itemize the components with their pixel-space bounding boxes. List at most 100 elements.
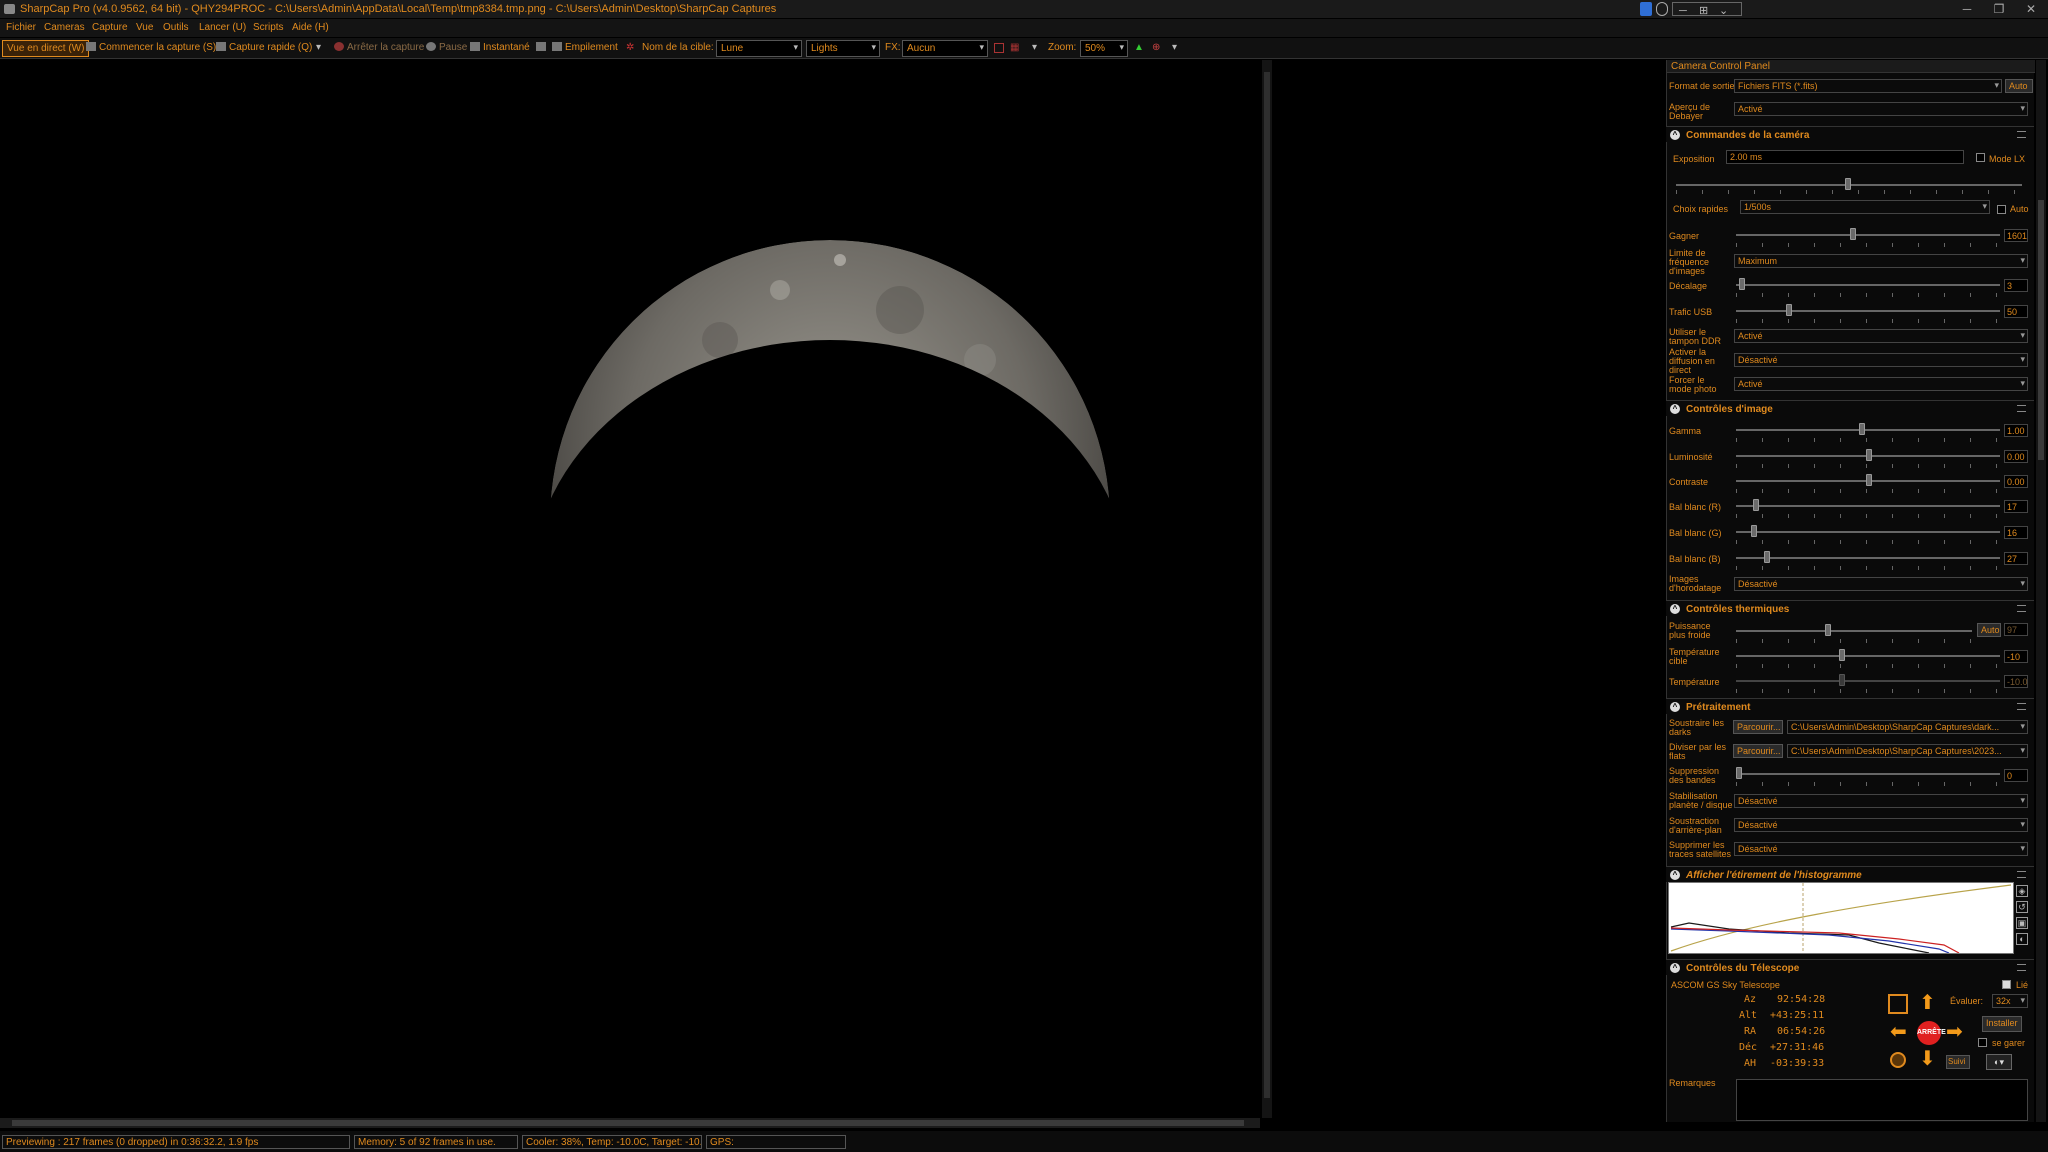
wb-green-slider-track[interactable]	[1736, 531, 2000, 533]
tracking-button[interactable]: Suivi	[1946, 1055, 1970, 1069]
wb-red-slider-knob[interactable]	[1753, 499, 1759, 511]
live-stream-select[interactable]: Désactivé	[1734, 353, 2028, 367]
park-position-icon[interactable]	[1890, 1052, 1906, 1068]
darks-browse-button[interactable]: Parcourir...	[1733, 720, 1783, 734]
offset-value[interactable]: 3	[2004, 279, 2028, 292]
panel-scrollbar[interactable]	[2036, 60, 2046, 1122]
fps-limit-select[interactable]: Maximum	[1734, 254, 2028, 268]
quick-choice-select[interactable]: 1/500s	[1740, 200, 1990, 214]
quick-capture-button[interactable]: Capture rapide (Q)	[216, 42, 312, 55]
menu-file[interactable]: Fichier	[6, 22, 36, 33]
menu-tools[interactable]: Outils	[163, 22, 189, 33]
banding-slider-knob[interactable]	[1736, 767, 1742, 779]
brightness-value[interactable]: 0.00	[2004, 450, 2028, 463]
panel-scroll-thumb[interactable]	[2038, 200, 2044, 460]
cooler-slider-track[interactable]	[1736, 630, 1972, 632]
usb-slider-knob[interactable]	[1786, 304, 1792, 316]
gain-value[interactable]: 1601	[2004, 229, 2028, 242]
focus-assist-icon[interactable]: ⊕	[1152, 42, 1160, 55]
histogram-reset-icon[interactable]: ↺	[2016, 901, 2028, 913]
cooler-auto-button[interactable]: Auto	[1977, 623, 2001, 637]
banding-slider-track[interactable]	[1736, 773, 2000, 775]
timestamp-select[interactable]: Désactivé	[1734, 577, 2028, 591]
reticle-icon[interactable]: ▦	[1010, 42, 1019, 55]
wb-green-slider-knob[interactable]	[1751, 525, 1757, 537]
contrast-slider-knob[interactable]	[1866, 474, 1872, 486]
close-button[interactable]: ✕	[2016, 0, 2046, 18]
horizontal-scroll-thumb[interactable]	[12, 1120, 1244, 1126]
wb-blue-slider-knob[interactable]	[1764, 551, 1770, 563]
menu-launch[interactable]: Lancer (U)	[199, 22, 246, 33]
live-view-button[interactable]: Vue en direct (W)	[2, 40, 90, 57]
target-select[interactable]: Lune	[716, 40, 802, 57]
overlay-dropdown[interactable]: ▾	[1032, 42, 1037, 55]
quick-capture-dropdown[interactable]: ▾	[316, 42, 321, 55]
usb-value[interactable]: 50	[2004, 305, 2028, 318]
gamma-slider-knob[interactable]	[1859, 423, 1865, 435]
section-thermal-controls[interactable]: ^ Contrôles thermiques	[1666, 600, 2034, 616]
section-histogram[interactable]: ^ Afficher l'étirement de l'histogramme	[1666, 866, 2034, 882]
offset-slider-knob[interactable]	[1739, 278, 1745, 290]
menu-scripts[interactable]: Scripts	[253, 22, 284, 33]
rate-select[interactable]: 32x	[1992, 994, 2028, 1008]
wb-blue-value[interactable]: 27	[2004, 552, 2028, 565]
image-viewer[interactable]	[0, 60, 1260, 1118]
select-roi-icon[interactable]	[994, 43, 1004, 53]
target-temp-slider-knob[interactable]	[1839, 649, 1845, 661]
snap-icon[interactable]	[1640, 2, 1652, 16]
move-south-icon[interactable]: ⬇	[1919, 1049, 1936, 1069]
collapse-icon[interactable]: ^	[1670, 404, 1680, 414]
menu-cameras[interactable]: Cameras	[44, 22, 85, 33]
stop-capture-button[interactable]: Arrêter la capture	[334, 42, 424, 55]
lx-mode-checkbox[interactable]	[1976, 153, 1985, 162]
linked-checkbox[interactable]	[2002, 980, 2011, 989]
banding-value[interactable]: 0	[2004, 769, 2028, 782]
wb-green-value[interactable]: 16	[2004, 526, 2028, 539]
photo-mode-select[interactable]: Activé	[1734, 377, 2028, 391]
menu-icon[interactable]	[2017, 131, 2026, 138]
stop-button[interactable]: ARRÊTE	[1917, 1021, 1946, 1045]
background-subtraction-select[interactable]: Désactivé	[1734, 818, 2028, 832]
move-east-icon[interactable]: ➡	[1946, 1022, 1963, 1042]
account-icon[interactable]	[1656, 2, 1668, 16]
gain-slider-knob[interactable]	[1850, 228, 1856, 240]
gamma-slider-track[interactable]	[1736, 429, 2000, 431]
vertical-scroll-thumb[interactable]	[1264, 72, 1270, 1098]
flats-path-select[interactable]: C:\Users\Admin\Desktop\SharpCap Captures…	[1787, 744, 2028, 758]
collapse-icon[interactable]: ^	[1670, 702, 1680, 712]
menu-icon[interactable]	[2017, 871, 2026, 878]
cooler-value[interactable]: 97	[2004, 623, 2028, 636]
move-north-icon[interactable]: ⬆	[1919, 993, 1936, 1013]
vertical-scrollbar[interactable]	[1262, 60, 1272, 1118]
flats-browse-button[interactable]: Parcourir...	[1733, 744, 1783, 758]
frame-type-select[interactable]: Lights	[806, 40, 880, 57]
stack-icon-button[interactable]	[536, 42, 549, 55]
wb-red-value[interactable]: 17	[2004, 500, 2028, 513]
target-temp-value[interactable]: -10	[2004, 650, 2028, 663]
output-auto-button[interactable]: Auto	[2005, 79, 2033, 93]
pinned-tools[interactable]: ─ ⊞ ⌄	[1672, 2, 1742, 17]
target-temp-slider-track[interactable]	[1736, 655, 2000, 657]
park-checkbox[interactable]	[1978, 1038, 1987, 1047]
menu-capture[interactable]: Capture	[92, 22, 128, 33]
brightness-slider-knob[interactable]	[1866, 449, 1872, 461]
darks-path-select[interactable]: C:\Users\Admin\Desktop\SharpCap Captures…	[1787, 720, 2028, 734]
section-telescope-controls[interactable]: ^ Contrôles du Télescope	[1666, 959, 2034, 975]
minimize-button[interactable]: ─	[1952, 0, 1982, 18]
histogram-display-icon[interactable]: ◐	[2016, 933, 2028, 945]
debayer-select[interactable]: Activé	[1734, 102, 2028, 116]
section-camera-controls[interactable]: ^ Commandes de la caméra	[1666, 126, 2034, 142]
install-button[interactable]: Installer	[1982, 1016, 2022, 1032]
pause-button[interactable]: Pause	[426, 42, 467, 55]
collapse-icon[interactable]: ^	[1670, 604, 1680, 614]
stack-button[interactable]: Empilement	[552, 42, 618, 55]
collapse-icon[interactable]: ^	[1670, 963, 1680, 973]
section-image-controls[interactable]: ^ Contrôles d'image	[1666, 400, 2034, 416]
exposure-input[interactable]: 2.00 ms	[1726, 150, 1964, 164]
menu-icon[interactable]	[2017, 405, 2026, 412]
gain-slider-track[interactable]	[1736, 234, 2000, 236]
menu-help[interactable]: Aide (H)	[292, 22, 329, 33]
histogram-icon[interactable]: ▲	[1134, 42, 1144, 55]
start-capture-button[interactable]: Commencer la capture (S)	[86, 42, 216, 55]
menu-icon[interactable]	[2017, 605, 2026, 612]
